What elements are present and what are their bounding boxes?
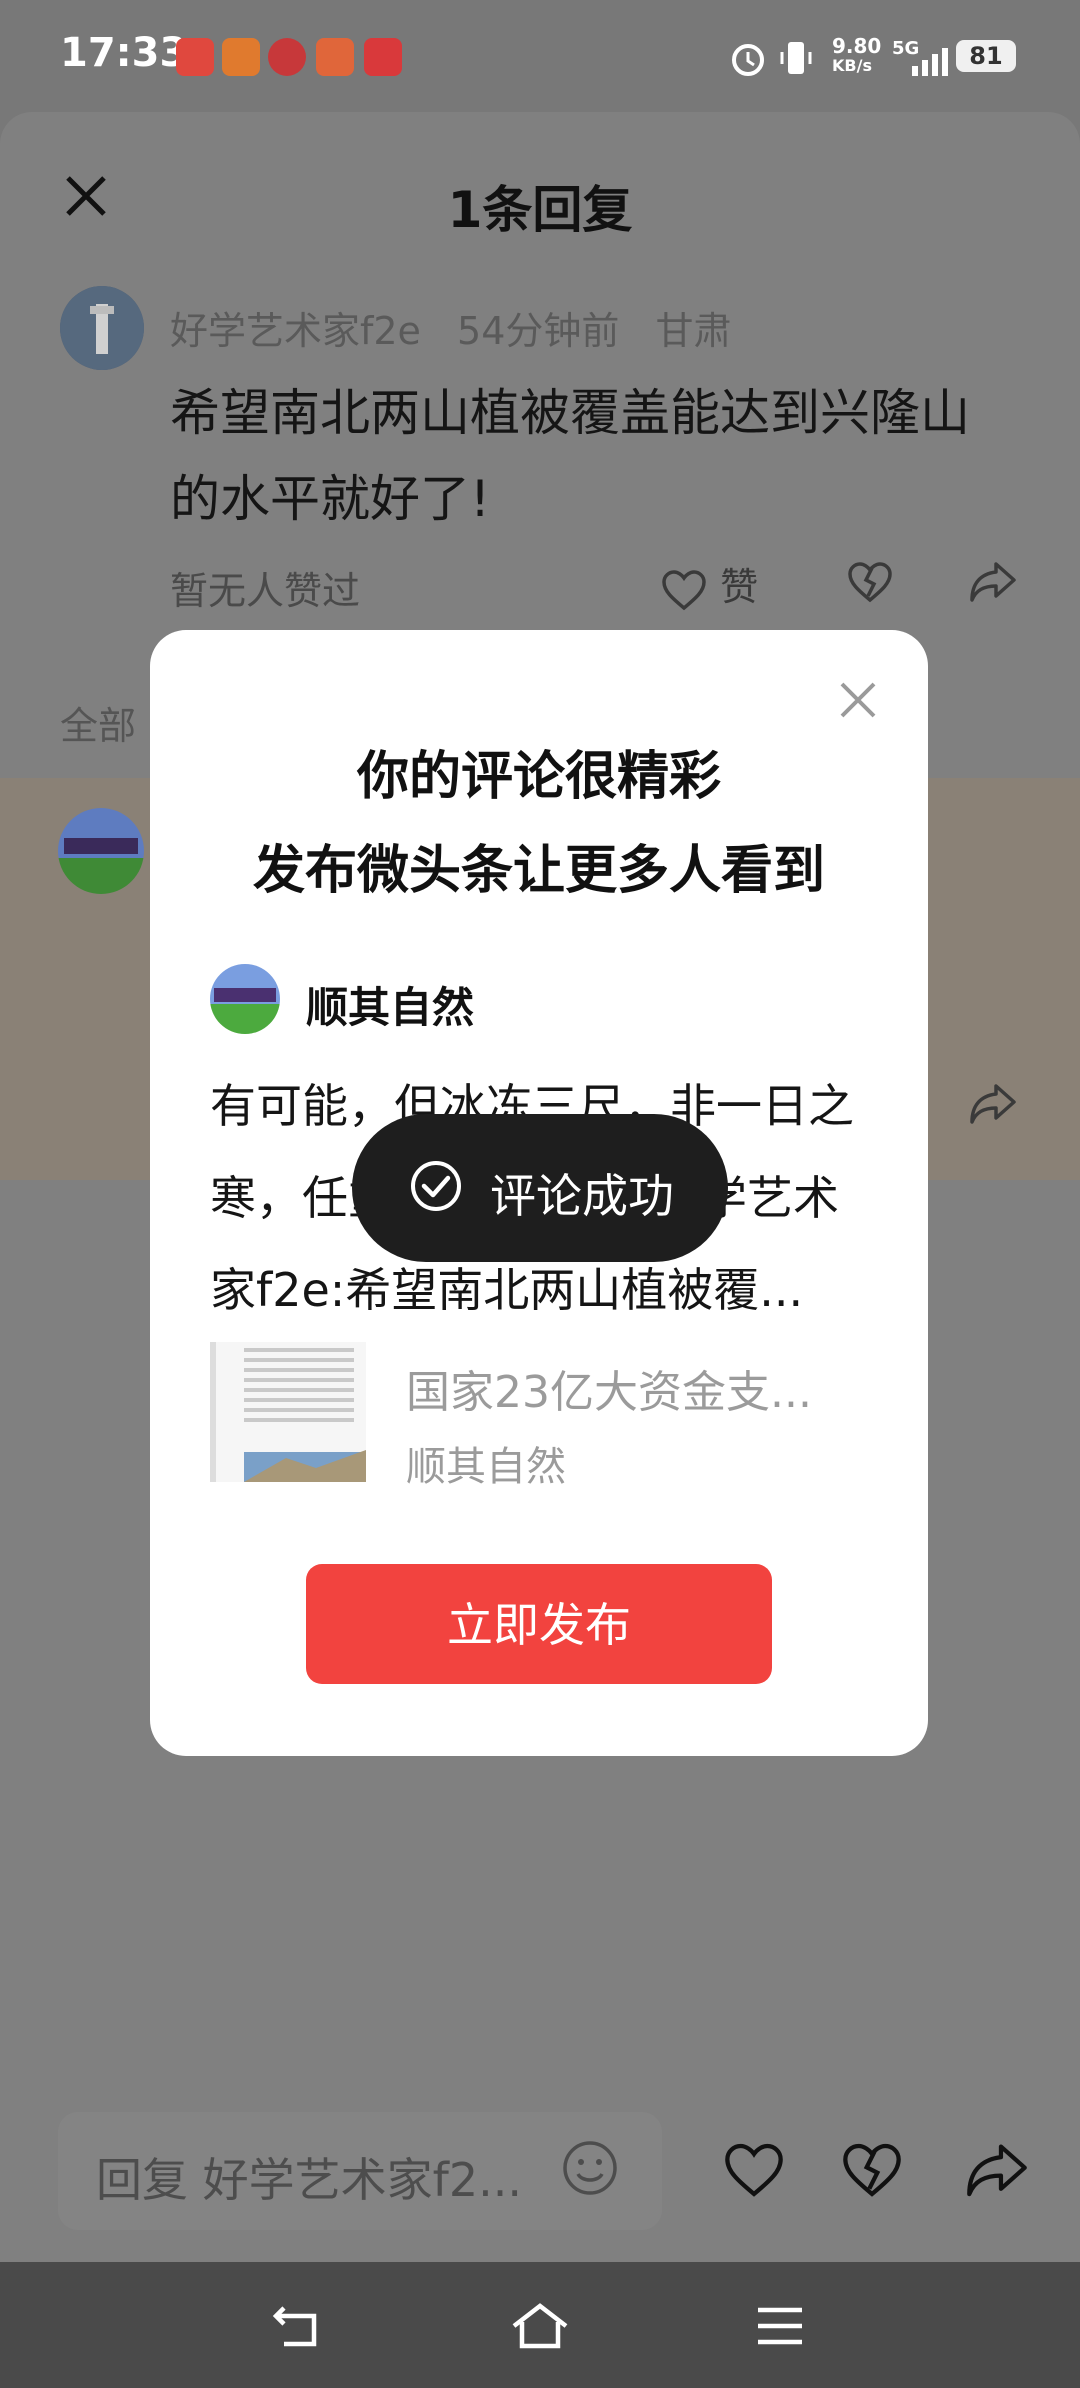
status-time: 17:33 (60, 30, 188, 76)
back-icon[interactable] (270, 2300, 330, 2352)
modal-title-line1: 你的评论很精彩 (356, 747, 721, 807)
success-toast: 评论成功 (352, 1114, 728, 1262)
share-icon[interactable] (968, 558, 1018, 604)
likes-summary: 暂无人赞过 (170, 569, 361, 613)
article-card: 国家23亿大资金支... 顺其自然 (210, 1342, 870, 1490)
vibrate-icon (780, 42, 812, 74)
author-name: 顺其自然 (306, 983, 475, 1032)
author-avatar (210, 964, 280, 1034)
comment-meta: 好学艺术家f2e 54分钟前 甘肃 (170, 300, 756, 355)
menu-icon[interactable] (750, 2300, 810, 2352)
battery-indicator: 81 (956, 40, 1016, 72)
comment-location: 甘肃 (655, 309, 732, 353)
network-speed: 9.80 KB/s (832, 34, 882, 75)
bottom-share-icon[interactable] (964, 2138, 1030, 2200)
comment-username[interactable]: 好学艺术家f2e (170, 309, 421, 353)
nature-avatar-icon (210, 964, 280, 1034)
modal-close-icon[interactable] (838, 680, 878, 720)
dislike-icon[interactable] (846, 560, 894, 604)
like-label: 赞 (720, 565, 759, 609)
signal-icon (912, 48, 948, 76)
sheet-title: 1条回复 (447, 181, 633, 239)
toast-label: 评论成功 (490, 1169, 674, 1223)
article-source: 顺其自然 (406, 1444, 566, 1490)
like-button[interactable]: 赞 (660, 556, 758, 612)
modal-title-line2: 发布微头条让更多人看到 (252, 841, 825, 901)
publish-button[interactable]: 立即发布 (306, 1564, 772, 1684)
bottom-heart-icon[interactable] (722, 2140, 786, 2200)
article-thumbnail (210, 1342, 366, 1482)
tower-icon (60, 286, 144, 370)
article-title: 国家23亿大资金支... (406, 1367, 812, 1418)
comment-time: 54分钟前 (457, 309, 620, 353)
modal-title: 你的评论很精彩 发布微头条让更多人看到 (150, 730, 928, 918)
heart-icon (662, 569, 706, 610)
bottom-dislike-icon[interactable] (840, 2140, 904, 2200)
toutiao-icon (176, 38, 214, 76)
comment-text: 希望南北两山植被覆盖能达到兴隆山的水平就好了! (170, 384, 970, 528)
reply-placeholder: 回复 好学艺术家f2... (96, 2153, 522, 2207)
check-circle-icon (411, 1161, 461, 1211)
nature-avatar-icon (58, 808, 144, 894)
emoji-icon[interactable] (560, 2138, 620, 2198)
avatar[interactable] (60, 286, 144, 370)
alarm-icon (732, 44, 764, 76)
kuaishou-icon (222, 38, 260, 76)
netease-icon (268, 38, 306, 76)
reply-avatar[interactable] (58, 808, 144, 894)
home-icon[interactable] (510, 2300, 570, 2352)
reply-share-icon[interactable] (968, 1080, 1018, 1126)
mail-icon (316, 38, 354, 76)
chart-icon (364, 38, 402, 76)
all-replies-label: 全部 (60, 704, 137, 748)
